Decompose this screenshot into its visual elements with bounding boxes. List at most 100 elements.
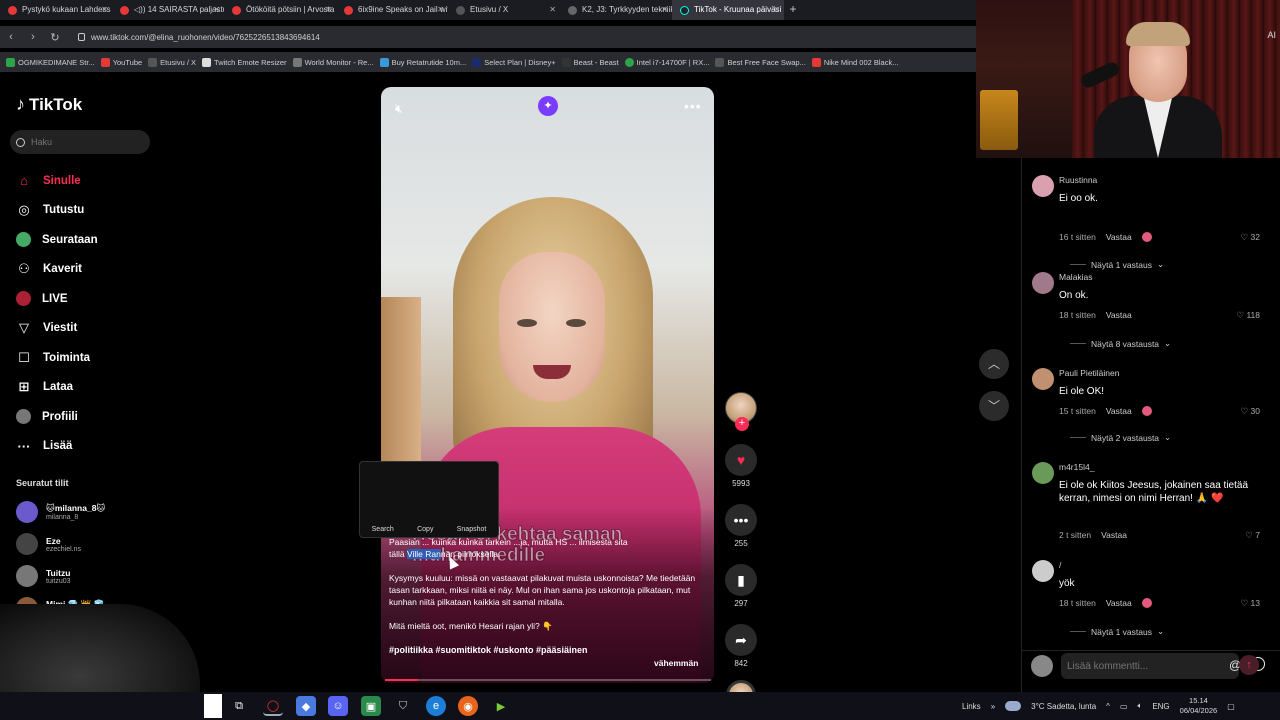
links-toolbar[interactable]: Links <box>962 702 981 711</box>
sidebar-item-profiili[interactable]: Profiili <box>16 402 98 432</box>
close-icon[interactable]: ✕ <box>213 0 220 20</box>
bookmark-item[interactable]: Twitch Emote Resizer <box>202 57 287 67</box>
reply-button[interactable]: Vastaa <box>1106 598 1132 608</box>
reload-icon[interactable]: ↻ <box>44 31 66 44</box>
hashtags[interactable]: #politiikka #suomitiktok #uskonto #pääsi… <box>389 644 705 656</box>
bookmark-item[interactable]: World Monitor - Re... <box>292 57 374 67</box>
search-option[interactable]: Search <box>372 526 394 533</box>
previous-video-button[interactable]: ︿ <box>979 349 1009 379</box>
app-green-icon[interactable]: ▣ <box>361 696 381 716</box>
close-icon[interactable]: ✕ <box>325 0 332 20</box>
snapshot-option[interactable]: Snapshot <box>457 526 487 533</box>
network-icon[interactable]: ▭ <box>1120 702 1128 711</box>
comment-user[interactable]: Pauli Pietiläinen <box>1059 368 1119 378</box>
comment-like[interactable]: ♡ 30 <box>1241 406 1260 417</box>
firefox-icon[interactable]: ◉ <box>458 696 478 716</box>
like-button[interactable]: ♥ <box>725 444 757 476</box>
bookmark-item[interactable]: OGMIKEDIMANE Str... <box>6 57 95 67</box>
show-less-button[interactable]: vähemmän <box>654 658 698 668</box>
comment-box[interactable]: @ <box>1061 653 1265 679</box>
bookmark-item[interactable]: Select Plan | Disney+ <box>472 57 556 67</box>
comment-input[interactable] <box>1067 660 1187 672</box>
search-input[interactable] <box>31 137 131 147</box>
clock[interactable]: 15.14 06/04/2026 <box>1180 696 1218 716</box>
reply-button[interactable]: Vastaa <box>1106 310 1132 320</box>
back-icon[interactable]: ‹ <box>0 31 22 43</box>
edge-icon[interactable]: e <box>426 696 446 716</box>
avatar[interactable] <box>1032 462 1054 484</box>
search-box[interactable] <box>10 130 150 154</box>
browser-tab[interactable]: 6ix9ine Speaks on Jail with ✕ <box>336 0 448 20</box>
close-icon[interactable]: ✕ <box>773 0 780 20</box>
close-icon[interactable]: ✕ <box>549 0 556 20</box>
overflow-icon[interactable]: » <box>991 702 995 711</box>
more-options-icon[interactable]: ••• <box>684 98 702 114</box>
sidebar-item-viestit[interactable]: ▽ Viestit <box>16 314 98 344</box>
ai-sparkle-icon[interactable]: ✦ <box>538 96 558 116</box>
sidebar-item-lisaa[interactable]: ··· Lisää <box>16 432 98 462</box>
chevron-up-icon[interactable]: ^ <box>1106 702 1110 711</box>
share-button[interactable]: ➦ <box>725 624 757 656</box>
reply-button[interactable]: Vastaa <box>1106 232 1132 242</box>
comment-like[interactable]: ♡ 7 <box>1245 530 1260 541</box>
following-account[interactable]: 🐱milanna_8🐱 milanna_8 <box>16 496 105 528</box>
browser-tab[interactable]: Etusivu / X ✕ <box>448 0 560 20</box>
close-icon[interactable]: ✕ <box>101 0 108 20</box>
sidebar-item-kaverit[interactable]: ⚇ Kaverit <box>16 255 98 285</box>
browser-tab[interactable]: Pystykö kukaan Lahdess ✕ <box>0 0 112 20</box>
sidebar-item-lataa[interactable]: ⊞ Lataa <box>16 373 98 403</box>
sidebar-item-tutustu[interactable]: ◎ Tutustu <box>16 196 98 226</box>
mute-icon[interactable]: 🔇︎ <box>395 101 403 117</box>
address-bar[interactable]: www.tiktok.com/@elina_ruohonen/video/762… <box>78 33 320 42</box>
bookmark-item[interactable]: Beast - Beast <box>561 57 619 67</box>
forward-icon[interactable]: › <box>22 31 44 43</box>
avatar[interactable] <box>1032 272 1054 294</box>
comment-like[interactable]: ♡ 32 <box>1241 232 1260 243</box>
view-replies-button[interactable]: Näytä 1 vastaus ⌄ <box>1070 259 1164 270</box>
reply-button[interactable]: Vastaa <box>1101 530 1127 540</box>
task-view-icon[interactable]: ⧉ <box>229 696 249 716</box>
bookmark-item[interactable]: YouTube <box>100 57 142 67</box>
view-replies-button[interactable]: Näytä 8 vastausta ⌄ <box>1070 338 1171 349</box>
browser-tab[interactable]: ◁)) 14 SAIRASTA paljastus ✕ <box>112 0 224 20</box>
weather-text[interactable]: 3°C Sadetta, lunta <box>1031 702 1096 711</box>
avatar[interactable] <box>1032 175 1054 197</box>
browser-tab[interactable]: K2, J3: Tyrkkyyden tekniik ✕ <box>560 0 672 20</box>
sidebar-item-sinulle[interactable]: ⌂ Sinulle <box>16 166 98 196</box>
next-video-button[interactable]: ﹀ <box>979 391 1009 421</box>
sidebar-item-live[interactable]: LIVE <box>16 284 98 314</box>
comment-like[interactable]: ♡ 118 <box>1236 310 1260 321</box>
view-replies-button[interactable]: Näytä 2 vastausta ⌄ <box>1070 432 1171 443</box>
sidebar-item-seurataan[interactable]: Seurataan <box>16 225 98 255</box>
browser-tab-active[interactable]: TikTok - Kruunaa päiväsi ✕ <box>672 0 784 20</box>
new-tab-button[interactable]: + <box>784 0 802 20</box>
bookmark-item[interactable]: Nike Mind 002 Black... <box>811 57 898 67</box>
following-account[interactable]: Eze ezechiel.ns <box>16 528 105 560</box>
comment-like[interactable]: ♡ 13 <box>1241 598 1260 609</box>
opera-icon[interactable]: ◯ <box>263 696 283 716</box>
comment-user[interactable]: Ruustinna <box>1059 175 1097 185</box>
notifications-icon[interactable]: ▢ <box>1227 702 1235 711</box>
sidebar-item-toiminta[interactable]: ☐ Toiminta <box>16 343 98 373</box>
browser-tab[interactable]: Ötököitä pötsiin | Arvosta ✕ <box>224 0 336 20</box>
following-account[interactable]: Tuitzu tuitzu03 <box>16 560 105 592</box>
bookmark-item[interactable]: Buy Retatrutide 10m... <box>379 57 466 67</box>
avatar[interactable] <box>1032 368 1054 390</box>
comment-button[interactable]: ••• <box>725 504 757 536</box>
tiktok-logo[interactable]: ♪ TikTok <box>16 94 82 115</box>
comment-user[interactable]: Malakias <box>1059 272 1093 282</box>
copy-option[interactable]: Copy <box>417 526 433 533</box>
app-icon[interactable]: ◆ <box>296 696 316 716</box>
view-replies-button[interactable]: Näytä 1 vastaus ⌄ <box>1070 626 1164 637</box>
send-button[interactable]: ↑ <box>1239 655 1259 675</box>
follow-plus-icon[interactable]: + <box>735 417 749 431</box>
comment-user[interactable]: m4r15l4_ <box>1059 462 1094 472</box>
save-button[interactable]: ▮ <box>725 564 757 596</box>
reply-button[interactable]: Vastaa <box>1106 406 1132 416</box>
video-progress-bar[interactable] <box>385 679 711 681</box>
bookmark-item[interactable]: Intel i7-14700F | RX... <box>624 57 709 67</box>
bookmark-item[interactable]: Best Free Face Swap... <box>715 57 806 67</box>
creator-avatar[interactable]: + <box>725 392 757 431</box>
avatar[interactable] <box>1032 560 1054 582</box>
volume-icon[interactable]: 🔈︎ <box>1138 701 1143 711</box>
